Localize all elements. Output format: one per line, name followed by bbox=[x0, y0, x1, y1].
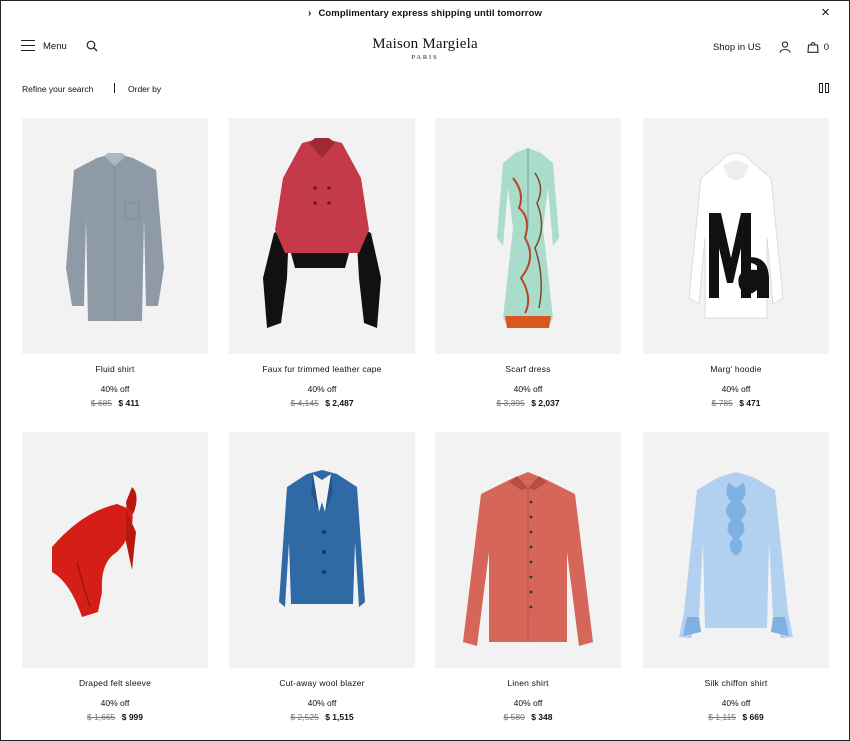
product-image[interactable] bbox=[643, 432, 829, 668]
original-price: $ 1,665 bbox=[86, 712, 116, 722]
product-discount: 40% off bbox=[307, 384, 337, 394]
original-price: $ 4,145 bbox=[290, 398, 319, 408]
original-price: $ 2,525 bbox=[290, 712, 319, 722]
product-image[interactable] bbox=[435, 118, 621, 354]
original-price: $ 785 bbox=[711, 398, 733, 408]
product-card[interactable]: Linen shirt 40% off $ 580 $ 348 bbox=[435, 432, 621, 722]
product-prices: $ 3,395 $ 2,037 bbox=[435, 398, 621, 408]
listing-toolbar: Refine your search Order by bbox=[0, 80, 850, 98]
product-card[interactable]: Marg' hoodie 40% off $ 785 $ 471 bbox=[643, 118, 829, 408]
product-discount: 40% off bbox=[100, 698, 130, 708]
product-card[interactable]: Fluid shirt 40% off $ 685 $ 411 bbox=[22, 118, 208, 408]
product-image[interactable] bbox=[22, 118, 208, 354]
product-card[interactable]: Cut-away wool blazer 40% off $ 2,525 $ 1… bbox=[229, 432, 415, 722]
product-prices: $ 1,115 $ 669 bbox=[643, 712, 829, 722]
product-card[interactable]: Faux fur trimmed leather cape 40% off $ … bbox=[229, 118, 415, 408]
close-icon[interactable]: × bbox=[821, 5, 830, 20]
product-image[interactable] bbox=[229, 432, 415, 668]
user-icon[interactable] bbox=[779, 41, 791, 53]
sale-price: $ 2,487 bbox=[325, 398, 354, 408]
product-name[interactable]: Draped felt sleeve bbox=[22, 678, 208, 688]
toolbar-divider bbox=[114, 83, 115, 93]
product-image[interactable] bbox=[643, 118, 829, 354]
product-prices: $ 2,525 $ 1,515 bbox=[229, 712, 415, 722]
order-by-button[interactable]: Order by bbox=[128, 84, 161, 94]
product-name[interactable]: Scarf dress bbox=[435, 364, 621, 374]
bag-icon[interactable] bbox=[807, 41, 819, 53]
sale-price: $ 471 bbox=[739, 398, 761, 408]
brand-city: PARIS bbox=[411, 54, 439, 61]
product-image[interactable] bbox=[435, 432, 621, 668]
product-discount: 40% off bbox=[721, 384, 751, 394]
bag-count[interactable]: 0 bbox=[824, 42, 829, 53]
product-image[interactable] bbox=[22, 432, 208, 668]
sale-price: $ 669 bbox=[742, 712, 764, 722]
product-discount: 40% off bbox=[307, 698, 337, 708]
original-price: $ 580 bbox=[503, 712, 525, 722]
product-image[interactable] bbox=[229, 118, 415, 354]
sale-price: $ 999 bbox=[121, 712, 144, 722]
product-discount: 40% off bbox=[721, 698, 751, 708]
sale-price: $ 1,515 bbox=[325, 712, 354, 722]
product-card[interactable]: Silk chiffon shirt 40% off $ 1,115 $ 669 bbox=[643, 432, 829, 722]
promo-bar: › Complimentary express shipping until t… bbox=[0, 0, 850, 26]
product-discount: 40% off bbox=[513, 384, 543, 394]
product-discount: 40% off bbox=[513, 698, 543, 708]
sale-price: $ 2,037 bbox=[531, 398, 560, 408]
refine-search-button[interactable]: Refine your search bbox=[22, 84, 93, 94]
chevron-right-icon[interactable]: › bbox=[308, 8, 311, 19]
product-discount: 40% off bbox=[100, 384, 130, 394]
grid-view-icon[interactable] bbox=[819, 83, 829, 93]
product-name[interactable]: Linen shirt bbox=[435, 678, 621, 688]
product-card[interactable]: Scarf dress 40% off $ 3,395 $ 2,037 bbox=[435, 118, 621, 408]
product-name[interactable]: Faux fur trimmed leather cape bbox=[229, 364, 415, 374]
product-prices: $ 1,665 $ 999 bbox=[22, 712, 208, 722]
sale-price: $ 348 bbox=[531, 712, 553, 722]
original-price: $ 3,395 bbox=[496, 398, 525, 408]
product-prices: $ 580 $ 348 bbox=[435, 712, 621, 722]
product-prices: $ 4,145 $ 2,487 bbox=[229, 398, 415, 408]
promo-text[interactable]: Complimentary express shipping until tom… bbox=[318, 8, 542, 19]
product-name[interactable]: Marg' hoodie bbox=[643, 364, 829, 374]
product-name[interactable]: Cut-away wool blazer bbox=[229, 678, 415, 688]
original-price: $ 685 bbox=[90, 398, 113, 408]
shop-in-region-link[interactable]: Shop in US bbox=[713, 42, 761, 53]
product-card[interactable]: Draped felt sleeve 40% off $ 1,665 $ 999 bbox=[22, 432, 208, 722]
site-header: Menu Maison Margiela PARIS Shop in US 0 bbox=[0, 28, 850, 70]
product-name[interactable]: Silk chiffon shirt bbox=[643, 678, 829, 688]
product-prices: $ 685 $ 411 bbox=[22, 398, 208, 408]
original-price: $ 1,115 bbox=[708, 712, 737, 722]
product-name[interactable]: Fluid shirt bbox=[22, 364, 208, 374]
product-prices: $ 785 $ 471 bbox=[643, 398, 829, 408]
sale-price: $ 411 bbox=[118, 398, 140, 408]
